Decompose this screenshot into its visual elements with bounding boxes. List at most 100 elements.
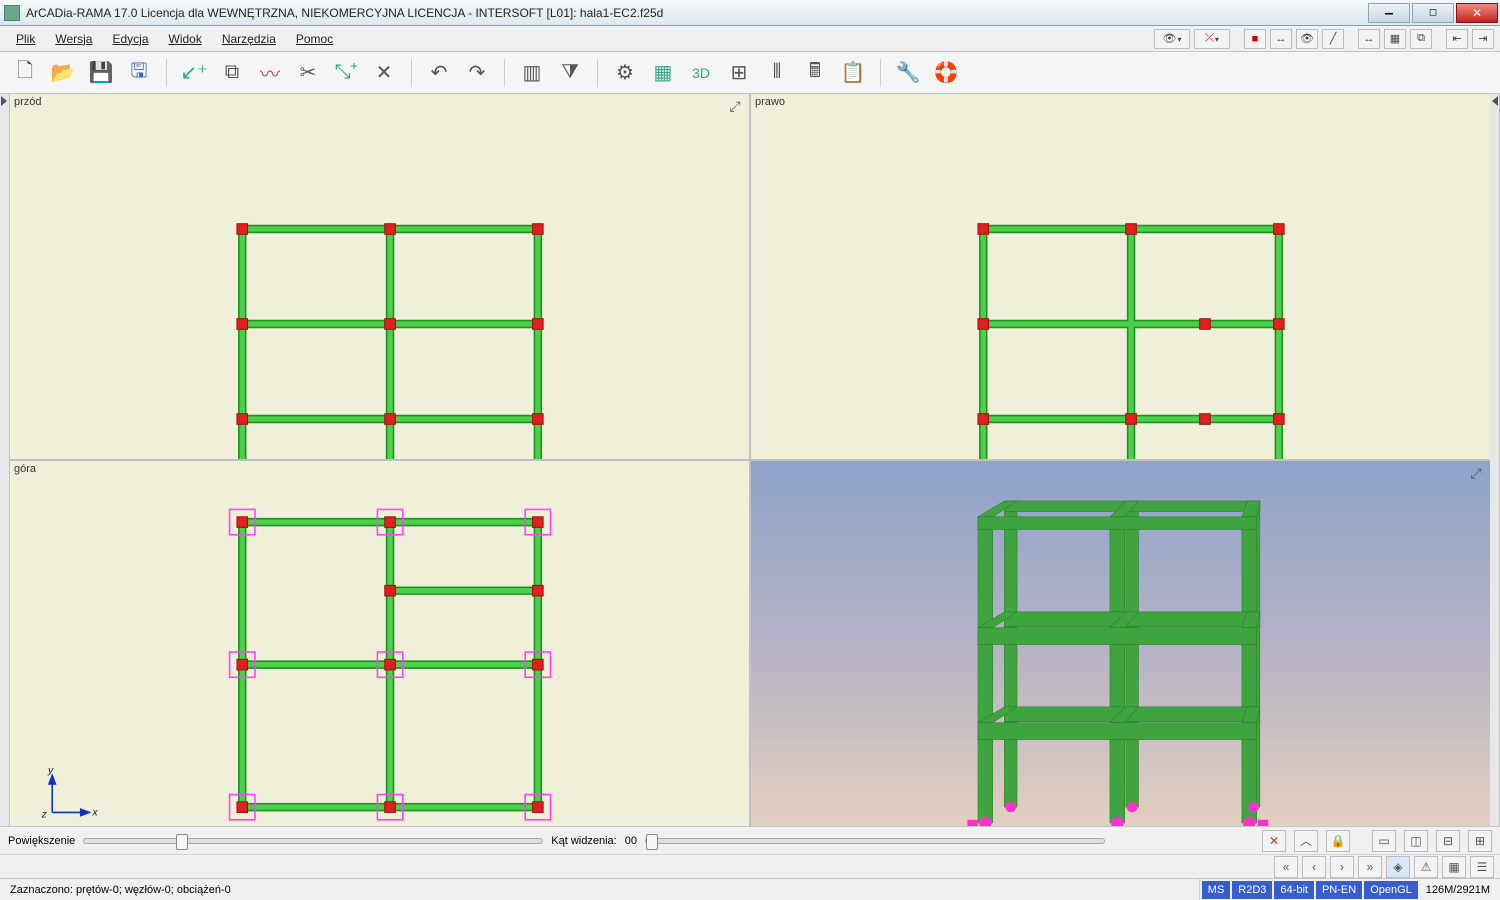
delete-button[interactable]: ✕ — [367, 56, 401, 90]
grid-small-icon: ▦ — [1448, 860, 1459, 874]
toggle-btn-7[interactable]: ⧉ — [1410, 29, 1432, 49]
left-icon: ⇤ — [1452, 32, 1461, 45]
nav-next-button[interactable]: › — [1330, 856, 1354, 878]
copy-element-button[interactable]: ⧉ — [215, 56, 249, 90]
toggle-btn-2[interactable]: ↔ — [1270, 29, 1292, 49]
menu-version[interactable]: Wersja — [45, 30, 102, 48]
bottombar-close-button[interactable]: ✕ — [1262, 830, 1286, 852]
cut-button[interactable]: ✂ — [291, 56, 325, 90]
data-grid-button[interactable]: ⊞ — [722, 56, 756, 90]
warn-icon: ⚠ — [1421, 860, 1432, 874]
redo-button[interactable]: ↷ — [460, 56, 494, 90]
toggle-btn-8[interactable]: ⇤ — [1446, 29, 1468, 49]
menu-tools[interactable]: Narzędzia — [212, 30, 286, 48]
layout2-icon: ◫ — [1410, 834, 1421, 848]
calc-settings-button[interactable]: ⚙ — [608, 56, 642, 90]
cube-3d-icon: 3D — [692, 65, 710, 81]
help-button[interactable]: 🛟 — [929, 56, 963, 90]
viewport-right[interactable]: prawo — [751, 94, 1490, 459]
redo-icon: ↷ — [469, 60, 486, 85]
load-settings-button[interactable]: ⫴ — [760, 56, 794, 90]
options-button[interactable]: 🔧 — [891, 56, 925, 90]
add-node-button[interactable]: ↙⁺ — [177, 56, 211, 90]
menu-edit[interactable]: Edycja — [102, 30, 158, 48]
beam-icon: 〰 — [260, 58, 280, 87]
toggle-btn-9[interactable]: ⇥ — [1472, 29, 1494, 49]
menu-help[interactable]: Pomoc — [286, 30, 343, 48]
viewport-front-maximize[interactable]: ⤢ — [727, 98, 743, 114]
fov-slider-thumb[interactable] — [646, 834, 658, 850]
report-icon: 📋 — [841, 60, 866, 85]
delete-icon: ✕ — [376, 60, 393, 85]
beam-tool-button[interactable]: 〰 — [253, 56, 287, 90]
left-panel-handle[interactable] — [0, 94, 10, 826]
viewport-top[interactable]: góra — [10, 461, 749, 826]
view-3d-button[interactable]: 3D — [684, 56, 718, 90]
add-node-icon: ↙⁺ — [180, 60, 207, 85]
menu-file[interactable]: Plik — [6, 30, 45, 48]
report-button[interactable]: 📋 — [836, 56, 870, 90]
window-title: ArCADia-RAMA 17.0 Licencja dla WEWNĘTRZN… — [26, 6, 1368, 20]
axis-green-icon: ⤡⁺ — [335, 61, 358, 84]
status-tag-pnen: PN-EN — [1316, 881, 1362, 899]
nav-mode-3[interactable]: ▦ — [1442, 856, 1466, 878]
viewport-grid: przód ⤢ — [10, 94, 1490, 826]
nav-mode-1[interactable]: ◈ — [1386, 856, 1410, 878]
save-icon: 💾 — [89, 60, 114, 85]
open-file-button[interactable]: 📂 — [46, 56, 80, 90]
viewport-3d[interactable]: ⤢ — [751, 461, 1490, 826]
window-minimize-button[interactable] — [1368, 3, 1410, 23]
toggle-btn-4[interactable]: ╱ — [1322, 29, 1344, 49]
nav-first-button[interactable]: « — [1274, 856, 1298, 878]
prev-icon: ‹ — [1312, 860, 1316, 874]
nav-prev-button[interactable]: ‹ — [1302, 856, 1326, 878]
grid-settings-button[interactable]: ▥ — [515, 56, 549, 90]
chevron-up-icon: ︿ — [1300, 832, 1312, 849]
toggle-btn-3[interactable]: 👁 — [1296, 29, 1318, 49]
right-panel-handle[interactable] — [1490, 94, 1500, 826]
toggle-btn-6[interactable]: ▦ — [1384, 29, 1406, 49]
bottombar-up-button[interactable]: ︿ — [1294, 830, 1318, 852]
grid-settings-icon: ▥ — [523, 60, 542, 85]
results-table-button[interactable]: ▦ — [646, 56, 680, 90]
menu-view[interactable]: Widok — [159, 30, 212, 48]
status-memory: 126M/2921M — [1418, 879, 1496, 900]
viewport-right-label: prawo — [755, 96, 785, 108]
svg-text:z: z — [41, 809, 48, 821]
undo-button[interactable]: ↶ — [422, 56, 456, 90]
toggle-btn-5[interactable]: ↔ — [1358, 29, 1380, 49]
nav-last-button[interactable]: » — [1358, 856, 1382, 878]
new-file-button[interactable]: 🗋 — [8, 56, 42, 90]
layout-btn-1[interactable]: ▭ — [1372, 830, 1396, 852]
zoom-slider[interactable] — [83, 838, 543, 844]
save-file-button[interactable]: 💾 — [84, 56, 118, 90]
bottombar-lock-button[interactable]: 🔒 — [1326, 830, 1350, 852]
zoom-slider-thumb[interactable] — [176, 834, 188, 850]
viewport-3d-maximize[interactable]: ⤢ — [1468, 465, 1484, 481]
layout-btn-3[interactable]: ⊟ — [1436, 830, 1460, 852]
viewport-front[interactable]: przód ⤢ — [10, 94, 749, 459]
nav-mode-4[interactable]: ☰ — [1470, 856, 1494, 878]
main-toolbar: 🗋 📂 💾 🖫 ↙⁺ ⧉ 〰 ✂ ⤡⁺ ✕ ↶ ↷ ▥ ⧩ ⚙ ▦ 3D ⊞ ⫴… — [0, 52, 1500, 94]
view-mode-dropdown-2[interactable]: ⤫ — [1194, 29, 1230, 49]
nav-mode-2[interactable]: ⚠ — [1414, 856, 1438, 878]
toggle-btn-1[interactable]: ■ — [1244, 29, 1266, 49]
window-maximize-button[interactable] — [1412, 3, 1454, 23]
axis-tool-button[interactable]: ⤡⁺ — [329, 56, 363, 90]
nav-row: « ‹ › » ◈ ⚠ ▦ ☰ — [0, 854, 1500, 878]
titlebar: ArCADia-RAMA 17.0 Licencja dla WEWNĘTRZN… — [0, 0, 1500, 26]
layout-btn-2[interactable]: ◫ — [1404, 830, 1428, 852]
statusbar: Zaznaczono: prętów-0; węzłów-0; obciążeń… — [0, 878, 1500, 900]
sliders-icon: ⫴ — [773, 61, 781, 84]
window-close-button[interactable] — [1456, 3, 1498, 23]
filter-button[interactable]: ⧩ — [553, 56, 587, 90]
calculator-button[interactable]: 🖩 — [798, 56, 832, 90]
fov-slider[interactable] — [645, 838, 1105, 844]
layout1-icon: ▭ — [1378, 834, 1389, 848]
undo-icon: ↶ — [431, 60, 448, 85]
layout-btn-4[interactable]: ⊞ — [1468, 830, 1492, 852]
view-mode-dropdown-1[interactable]: 👁 — [1154, 29, 1190, 49]
chevron-left-icon — [1492, 96, 1498, 106]
save-as-button[interactable]: 🖫 — [122, 56, 156, 90]
menubar-right-cluster: 👁 ⤫ ■ ↔ 👁 ╱ ↔ ▦ ⧉ ⇤ ⇥ — [1154, 29, 1494, 49]
